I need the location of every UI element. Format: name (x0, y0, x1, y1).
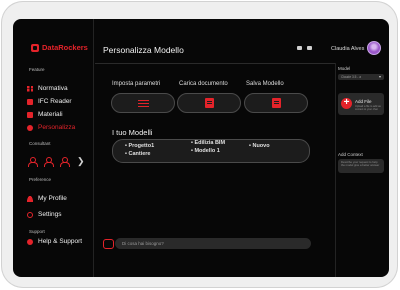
context-label: Add Context (338, 152, 363, 157)
model-item[interactable]: Nuovo (249, 143, 269, 149)
preference-section-label: Preference (29, 177, 52, 182)
sidebar-item-label: Settings (38, 211, 62, 218)
consultant-row: ❯ (27, 156, 85, 167)
brand[interactable]: DataRockers (31, 43, 88, 52)
chevron-down-icon: ▾ (378, 74, 381, 79)
add-file-title: Add File (355, 99, 372, 104)
sliders-icon (137, 99, 149, 107)
sidebar-item-label: IFC Reader (38, 98, 72, 105)
sidebar: DataRockers Feature Normativa IFC Reader… (13, 19, 93, 277)
message-icon[interactable] (297, 46, 302, 50)
consultant-icon[interactable] (27, 156, 38, 167)
support-section-label: Support (29, 229, 45, 234)
consultant-team-icon[interactable] (59, 156, 70, 167)
customize-icon (27, 124, 33, 131)
add-file-subtitle: Upload a file to add as context to your … (355, 105, 381, 111)
context-input[interactable]: Describe your request to help the model … (338, 159, 384, 173)
model-item[interactable]: Edilizia BIM (191, 140, 225, 146)
save-document-icon (271, 98, 281, 108)
chevron-right-icon[interactable]: ❯ (77, 156, 85, 167)
sidebar-item-my-profile[interactable]: My Profile (27, 195, 67, 202)
chat-icon (103, 239, 114, 249)
material-icon (27, 111, 33, 118)
model-item[interactable]: Modello 1 (191, 148, 219, 154)
header-icons (297, 46, 312, 50)
gear-icon (27, 211, 33, 218)
sidebar-item-label: Personalizza (38, 124, 76, 131)
sidebar-item-materiali[interactable]: Materiali (27, 111, 63, 118)
sidebar-item-personalizza[interactable]: Personalizza (27, 124, 75, 131)
help-icon (27, 238, 33, 245)
action-label-parameters: Imposta parametri (112, 81, 161, 87)
plus-icon: + (341, 98, 352, 109)
add-file-button[interactable]: + Add File Upload a file to add as conte… (338, 93, 384, 115)
user-name[interactable]: Claudia Alves (331, 46, 364, 52)
sidebar-item-help-support[interactable]: Help & Support (27, 238, 82, 245)
sidebar-item-normativa[interactable]: Normativa (27, 85, 68, 92)
feature-section-label: Feature (29, 67, 45, 72)
save-model-button[interactable] (244, 93, 308, 113)
consultant-section-label: Consultant (29, 141, 51, 146)
sidebar-item-label: Normativa (38, 85, 68, 92)
model-item[interactable]: Progetto1 (125, 143, 154, 149)
models-list: Progetto1 Cantiere Edilizia BIM Modello … (112, 139, 310, 163)
right-panel-divider (335, 63, 336, 277)
sidebar-item-label: Help & Support (38, 238, 83, 245)
upload-document-button[interactable] (177, 93, 241, 113)
header-divider (95, 63, 335, 64)
logo-icon (31, 43, 39, 52)
page-title: Personalizza Modello (103, 45, 184, 55)
sidebar-item-label: My Profile (38, 195, 67, 202)
models-title: I tuo Modelli (112, 128, 153, 137)
chat-input[interactable]: Di cosa hai bisogno? (115, 238, 311, 249)
sidebar-divider (93, 19, 94, 277)
sidebar-item-settings[interactable]: Settings (27, 211, 62, 218)
model-item[interactable]: Cantiere (125, 151, 150, 157)
model-select[interactable]: Claude 3.5 - a ▾ (338, 74, 384, 80)
app-screen: DataRockers Feature Normativa IFC Reader… (13, 19, 389, 277)
avatar[interactable] (367, 41, 381, 55)
sidebar-item-ifc-reader[interactable]: IFC Reader (27, 98, 72, 105)
set-parameters-button[interactable] (111, 93, 175, 113)
action-label-upload: Carica documento (179, 81, 228, 87)
user-icon (27, 195, 33, 202)
sidebar-item-label: Materiali (38, 111, 63, 118)
action-label-save: Salva Modello (246, 81, 284, 87)
model-select-value: Claude 3.5 - a (341, 75, 362, 79)
model-label: Model (338, 66, 351, 71)
consultant-group-icon[interactable] (43, 156, 54, 167)
tablet-frame: DataRockers Feature Normativa IFC Reader… (1, 1, 398, 288)
notification-bell-icon[interactable] (307, 46, 312, 50)
grid-icon (27, 85, 33, 92)
brand-name: DataRockers (42, 43, 88, 52)
upload-document-icon (204, 98, 214, 108)
document-icon (27, 98, 33, 105)
